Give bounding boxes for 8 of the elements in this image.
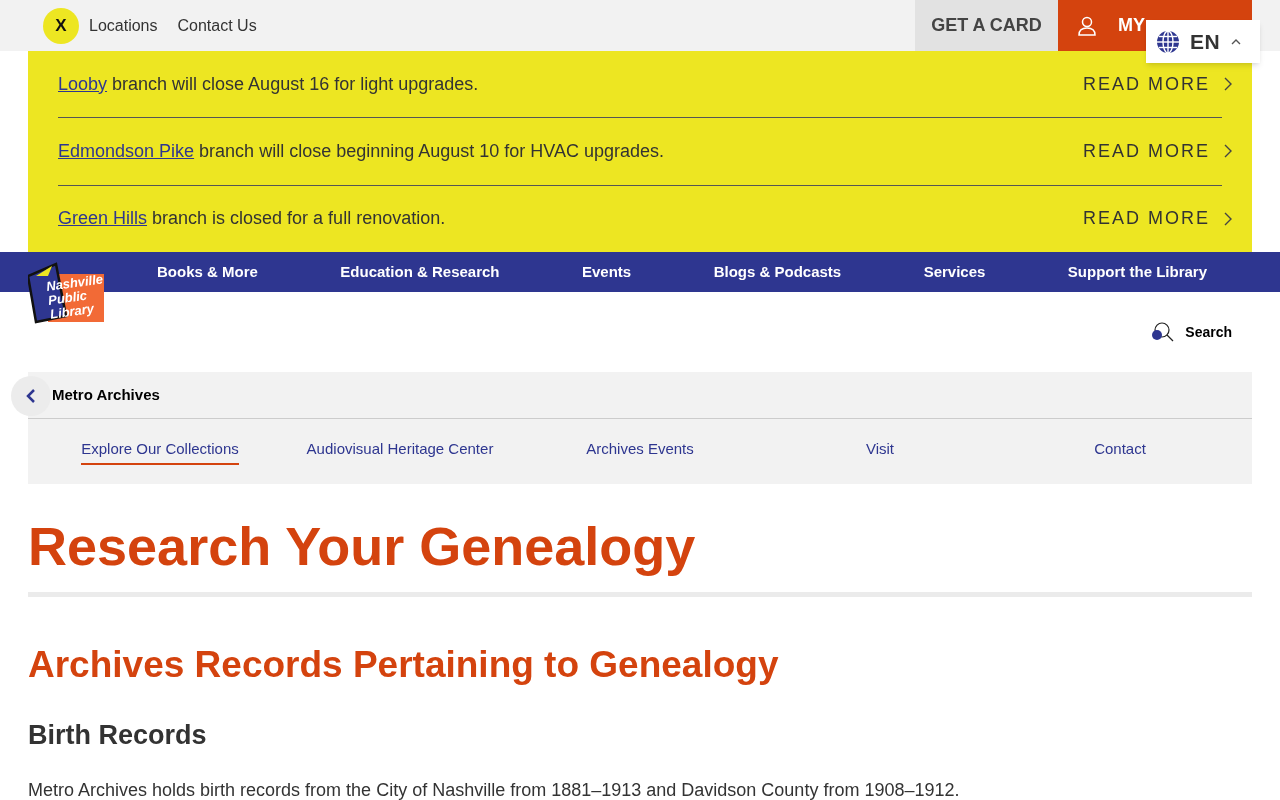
section-heading: Archives Records Pertaining to Genealogy — [28, 643, 780, 687]
alert-message: Looby branch will close August 16 for light upgrades. — [58, 72, 479, 96]
page-title: Research Your Genealogy — [28, 514, 1252, 597]
subheading: Birth Records — [28, 718, 208, 752]
alert-message: Edmondson Pike branch will close beginning August 10 for HVAC upgrades. — [58, 140, 665, 163]
body-paragraph: Metro Archives holds birth records from the City of Nashville from 1881–1913 and Davidson County from 1908–1912. — [28, 779, 961, 800]
alert-message: Green Hills branch is closed for a full renovation. — [58, 207, 446, 231]
section-title: Metro Archives — [52, 384, 160, 405]
